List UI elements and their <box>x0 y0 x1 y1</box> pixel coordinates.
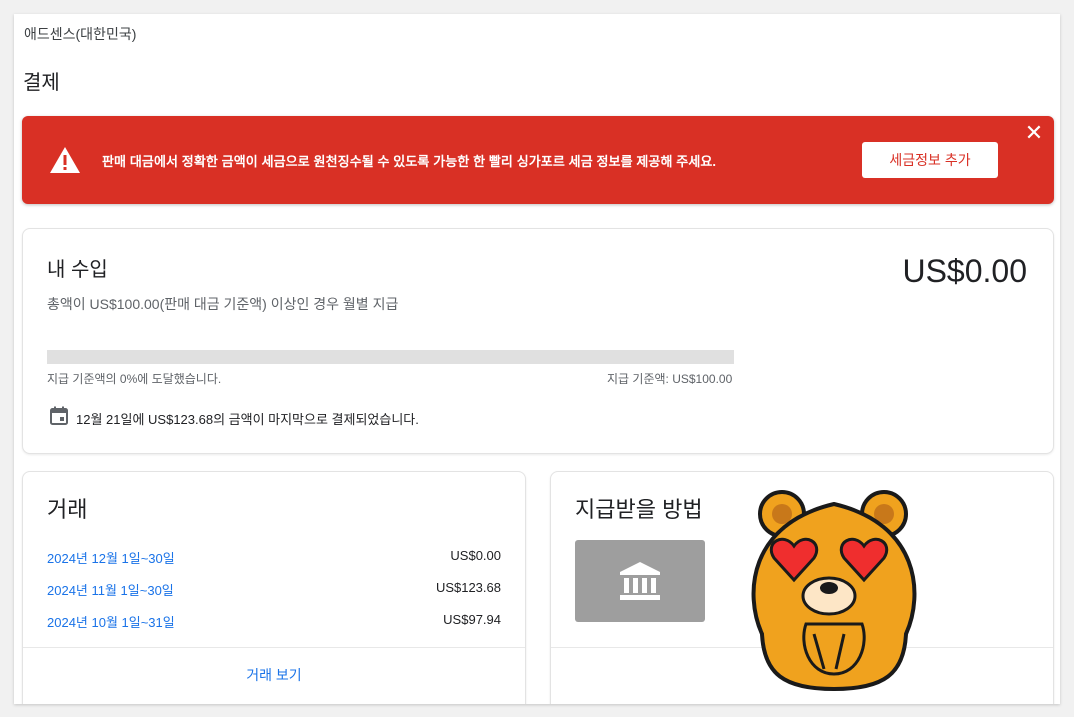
progress-right-label: 지급 기준액: US$100.00 <box>607 372 733 386</box>
earnings-title: 내 수입 <box>47 259 108 281</box>
earnings-amount: US$0.00 <box>902 253 1027 289</box>
transaction-period-link[interactable]: 2024년 11월 1일~30일 <box>47 583 174 598</box>
transaction-amount: US$123.68 <box>435 580 501 595</box>
alert-message: 판매 대금에서 정확한 금액이 세금으로 원천징수될 수 있도록 가능한 한 빨… <box>102 154 717 169</box>
transaction-period-link[interactable]: 2024년 12월 1일~30일 <box>47 551 175 566</box>
calendar-icon <box>50 406 68 425</box>
account-name: 애드센스(대한민국) <box>24 26 137 42</box>
earnings-subtitle: 총액이 US$100.00(판매 대금 기준액) 이상인 경우 월별 지급 <box>47 296 399 312</box>
payment-method-title: 지급받을 방법 <box>575 497 703 522</box>
tax-info-alert-banner: 판매 대금에서 정확한 금액이 세금으로 원천징수될 수 있도록 가능한 한 빨… <box>22 116 1054 204</box>
close-icon[interactable]: ✕ <box>1023 122 1045 144</box>
transaction-amount: US$97.94 <box>443 612 501 627</box>
add-tax-info-button[interactable]: 세금정보 추가 <box>862 142 998 178</box>
transaction-row: 2024년 11월 1일~30일 US$123.68 <box>47 580 501 599</box>
bank-icon <box>620 562 660 600</box>
transaction-period-link[interactable]: 2024년 10월 1일~31일 <box>47 615 175 630</box>
transaction-row: 2024년 10월 1일~31일 US$97.94 <box>47 612 501 631</box>
payments-page: 애드센스(대한민국) 결제 판매 대금에서 정확한 금액이 세금으로 원천징수될… <box>14 14 1060 704</box>
page-title: 결제 <box>23 72 60 94</box>
transaction-amount: US$0.00 <box>450 548 501 563</box>
view-transactions-link[interactable]: 거래 보기 <box>23 665 525 685</box>
transactions-card: 거래 2024년 12월 1일~30일 US$0.00 2024년 11월 1일… <box>22 471 526 704</box>
earnings-card: 내 수입 총액이 US$100.00(판매 대금 기준액) 이상인 경우 월별 … <box>22 228 1054 454</box>
transaction-row: 2024년 12월 1일~30일 US$0.00 <box>47 548 501 567</box>
warning-icon <box>50 147 80 173</box>
bear-sticker-image <box>751 490 917 692</box>
transactions-title: 거래 <box>47 497 88 522</box>
payment-threshold-progress-bar <box>47 350 734 364</box>
progress-left-label: 지급 기준액의 0%에 도달했습니다. <box>47 372 222 386</box>
transactions-footer: 거래 보기 <box>23 647 525 704</box>
bank-tile[interactable] <box>575 540 705 622</box>
last-payment-text: 12월 21일에 US$123.68의 금액이 마지막으로 결제되었습니다. <box>76 412 419 427</box>
